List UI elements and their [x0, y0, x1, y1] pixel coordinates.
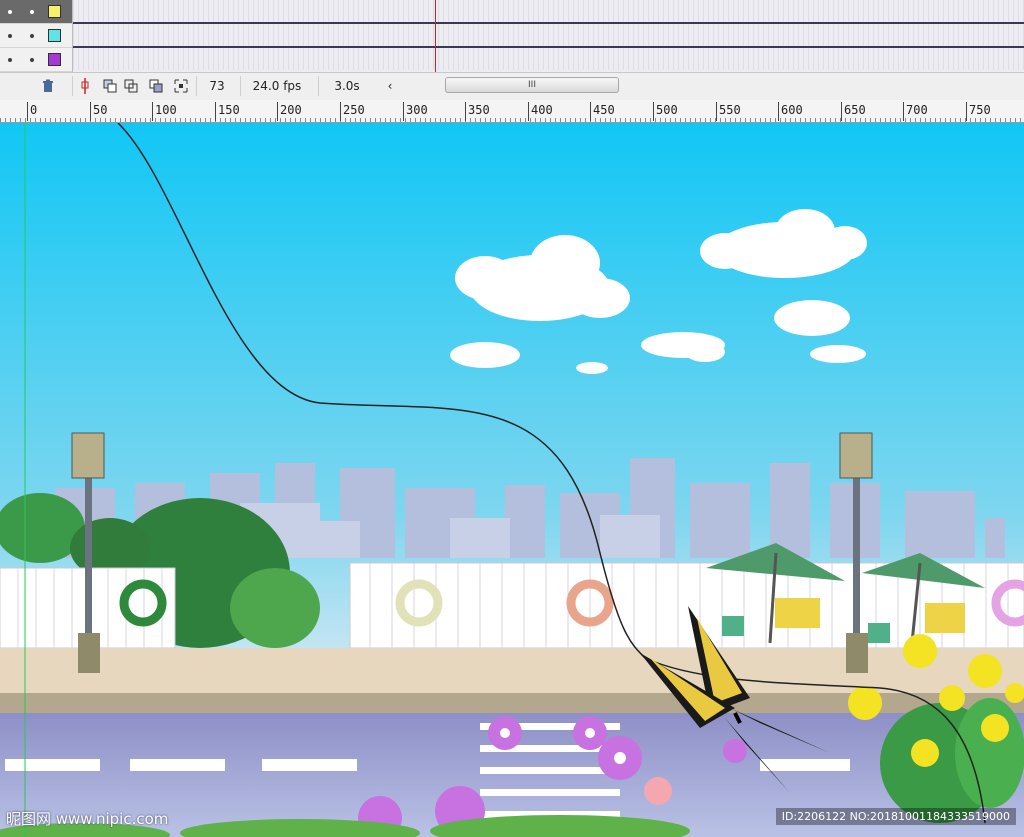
- lock-dot-icon[interactable]: [30, 10, 34, 14]
- onion-outline-icon[interactable]: [121, 76, 141, 96]
- horizontal-ruler: 0 50 100 150 200 250 300 350 400 450 500 550 600 650 7…: [0, 100, 1024, 123]
- scroll-left-arrow-icon[interactable]: ‹: [382, 76, 398, 96]
- ruler-label: 700: [906, 103, 928, 117]
- elapsed-time-field[interactable]: 3.0s: [318, 76, 375, 96]
- ruler-major-tick: [716, 102, 717, 121]
- timeline-toolbar: 73 24.0 fps 3.0s ‹ III: [0, 72, 1024, 101]
- frame-strip[interactable]: [73, 0, 1024, 24]
- ruler-major-tick: [966, 102, 967, 121]
- modify-onion-markers-icon[interactable]: [170, 76, 192, 96]
- watermark-left: 昵图网 www.nipic.com: [6, 810, 169, 828]
- timeline-scroll-thumb[interactable]: III: [445, 77, 619, 93]
- fps-value: 24.0 fps: [252, 79, 302, 93]
- scroll-thumb-grip: III: [528, 80, 536, 90]
- playhead[interactable]: [435, 0, 436, 72]
- ruler-label: 300: [406, 103, 428, 117]
- layer-row-3[interactable]: [0, 48, 72, 72]
- current-frame-field[interactable]: 73: [196, 76, 237, 96]
- ruler-label: 100: [155, 103, 177, 117]
- ruler-major-tick: [152, 102, 153, 121]
- ruler-label: 50: [93, 103, 108, 117]
- ruler-major-tick: [778, 102, 779, 121]
- elapsed-time-value: 3.0s: [334, 79, 360, 93]
- ruler-major-tick: [403, 102, 404, 121]
- ruler-label: 150: [218, 103, 240, 117]
- ruler-label: 600: [781, 103, 803, 117]
- ruler-major-tick: [215, 102, 216, 121]
- layer-color-swatch[interactable]: [48, 5, 61, 18]
- frame-strip[interactable]: [73, 24, 1024, 48]
- ruler-label: 250: [343, 103, 365, 117]
- ruler-label: 500: [656, 103, 678, 117]
- watermark-right: ID:2206122 NO:20181001184333519000: [775, 808, 1016, 825]
- eye-dot-icon[interactable]: [8, 34, 12, 38]
- trash-icon[interactable]: [38, 76, 58, 96]
- frame-grid[interactable]: [73, 0, 1024, 72]
- ruler-major-tick: [653, 102, 654, 121]
- lock-dot-icon[interactable]: [30, 34, 34, 38]
- edit-multiple-frames-icon[interactable]: [146, 76, 166, 96]
- ruler-label: 400: [531, 103, 553, 117]
- timeline-panel: [0, 0, 1024, 72]
- ruler-major-tick: [590, 102, 591, 121]
- ruler-label: 750: [969, 103, 991, 117]
- ruler-label: 0: [30, 103, 38, 117]
- fps-field[interactable]: 24.0 fps: [240, 76, 313, 96]
- ruler-major-tick: [340, 102, 341, 121]
- lock-dot-icon[interactable]: [30, 58, 34, 62]
- sidewalk: [0, 648, 1024, 693]
- layer-row-1[interactable]: [0, 0, 72, 24]
- layer-color-swatch[interactable]: [48, 53, 61, 66]
- ruler-label: 650: [844, 103, 866, 117]
- layer-list: [0, 0, 73, 72]
- ruler-major-tick: [841, 102, 842, 121]
- ruler-label: 200: [280, 103, 302, 117]
- ruler-major-tick: [27, 102, 28, 121]
- current-frame-value: 73: [209, 79, 225, 93]
- ruler-label: 450: [593, 103, 615, 117]
- layer-color-swatch[interactable]: [48, 29, 61, 42]
- scene-artwork: [0, 123, 1024, 837]
- ruler-major-tick: [903, 102, 904, 121]
- playhead-marker-icon[interactable]: [72, 76, 97, 96]
- ruler-major-tick: [277, 102, 278, 121]
- eye-dot-icon[interactable]: [8, 58, 12, 62]
- frame-strip[interactable]: [73, 48, 1024, 70]
- ruler-major-tick: [465, 102, 466, 121]
- ruler-major-tick: [90, 102, 91, 121]
- stage-canvas[interactable]: 昵图网 www.nipic.com ID:2206122 NO:20181001…: [0, 123, 1024, 837]
- eye-dot-icon[interactable]: [8, 10, 12, 14]
- onion-skin-icon[interactable]: [100, 76, 120, 96]
- ruler-major-tick: [528, 102, 529, 121]
- layer-row-2[interactable]: [0, 24, 72, 48]
- ruler-label: 550: [719, 103, 741, 117]
- ruler-label: 350: [468, 103, 490, 117]
